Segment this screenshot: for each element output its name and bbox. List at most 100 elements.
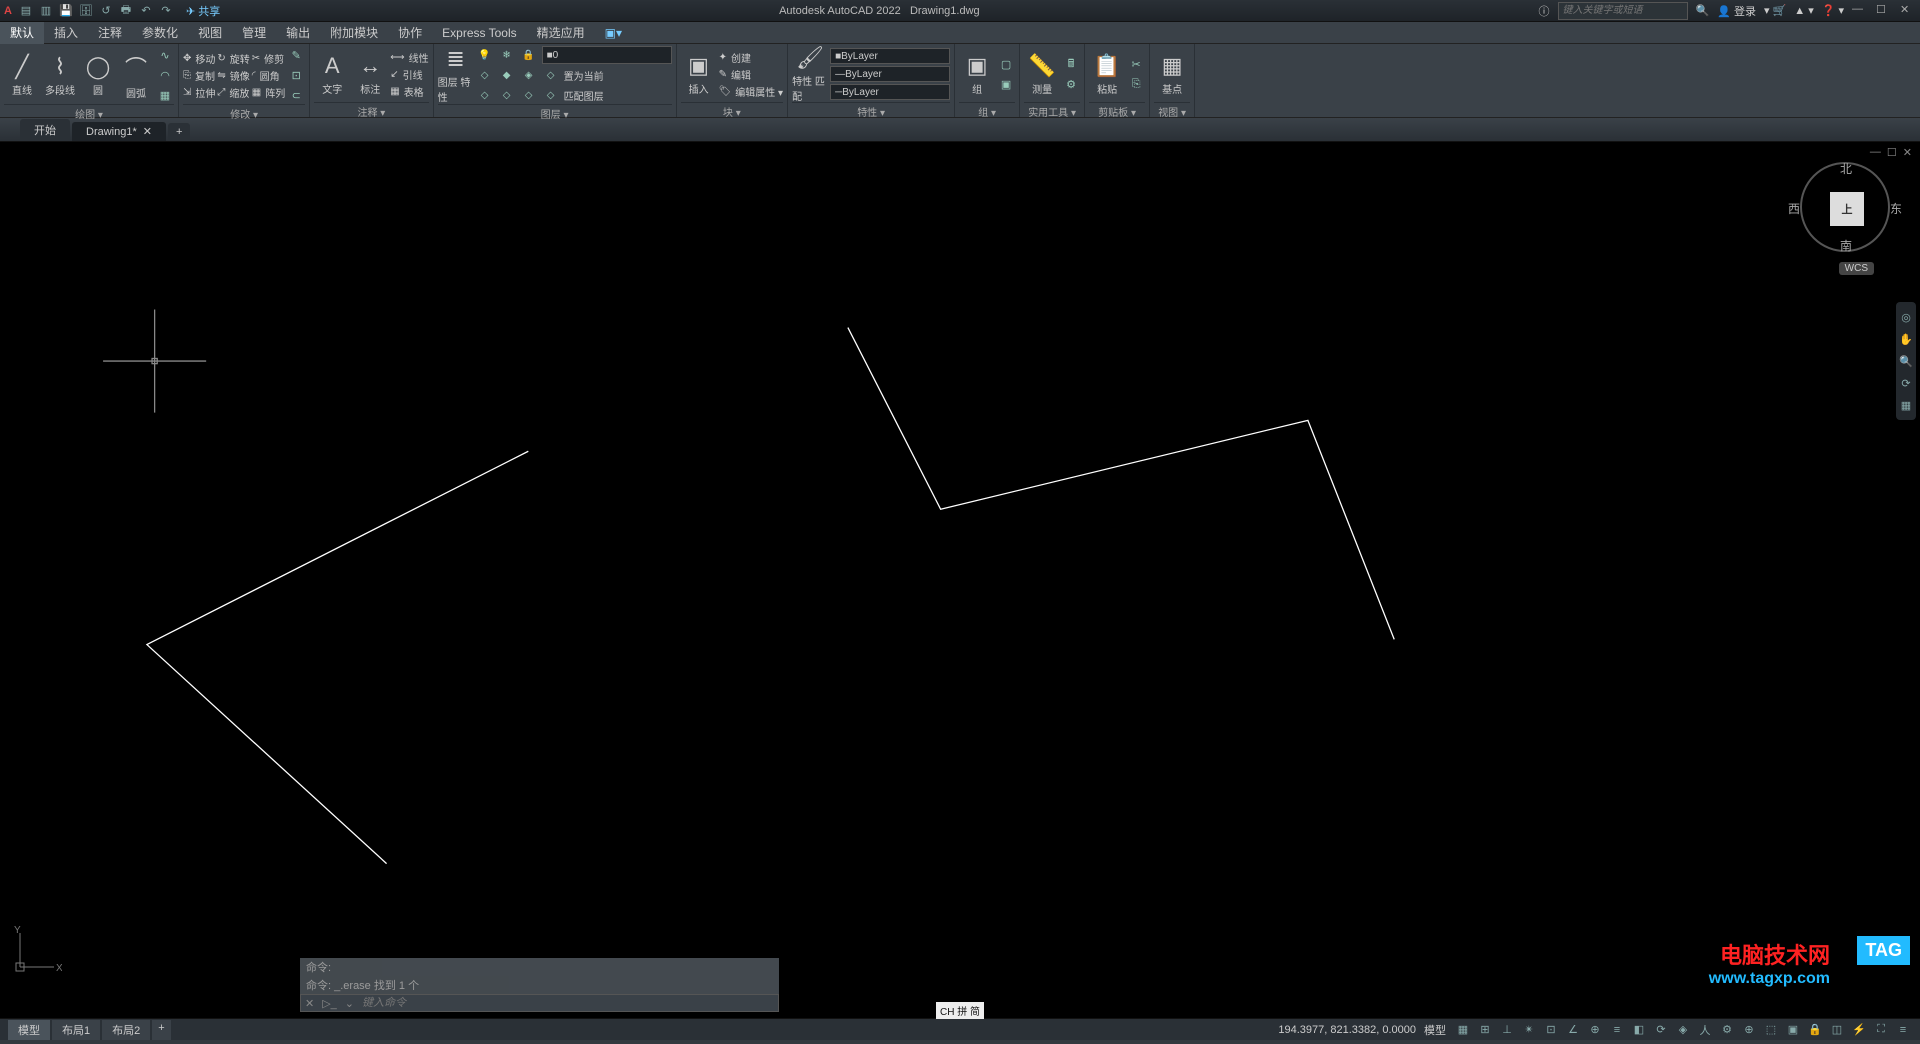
layer-thaw-icon[interactable]: ◈ <box>520 66 538 84</box>
line-button[interactable]: ╱直线 <box>4 47 40 103</box>
start-tab[interactable]: 开始 <box>20 119 70 141</box>
copy-button[interactable]: ⎘ 复制 <box>183 68 215 83</box>
polyline-button[interactable]: ⌇多段线 <box>42 47 78 103</box>
dim-button[interactable]: ↔标注 <box>352 46 388 102</box>
cmd-close-icon[interactable]: ✕ <box>301 997 318 1010</box>
calc-icon[interactable]: 🖩 <box>1062 55 1080 73</box>
modify-extra3-icon[interactable]: ⊂ <box>287 86 305 104</box>
search-input[interactable] <box>1558 2 1688 20</box>
close-icon[interactable]: ✕ <box>1900 3 1916 19</box>
lineweight-combo[interactable]: — ByLayer <box>830 66 950 82</box>
redo-icon[interactable]: ↷ <box>158 3 174 19</box>
app-store-icon[interactable]: ▾ 🛒 <box>1764 4 1786 17</box>
modify-extra2-icon[interactable]: ⊡ <box>287 66 305 84</box>
app-logo-icon[interactable]: A <box>4 5 12 17</box>
layer-on-icon[interactable]: 💡 <box>476 46 494 64</box>
viewport-minimize-icon[interactable]: — <box>1870 146 1881 159</box>
command-input[interactable] <box>358 995 778 1011</box>
insert-block-button[interactable]: ▣插入 <box>681 46 717 102</box>
tab-view[interactable]: 视图 <box>188 22 232 44</box>
table-button[interactable]: ▦ 表格 <box>390 84 428 99</box>
layer-off-icon[interactable]: ◆ <box>498 66 516 84</box>
fillet-button[interactable]: ◜ 圆角 <box>252 68 285 83</box>
tab-launcher-icon[interactable]: ▣▾ <box>595 22 632 44</box>
match-props-button[interactable]: 🖌特性 匹配 <box>792 46 828 102</box>
base-button[interactable]: ▦基点 <box>1154 46 1190 102</box>
trim-button[interactable]: ✂ 修剪 <box>252 51 285 66</box>
move-button[interactable]: ✥ 移动 <box>183 51 215 66</box>
measure-button[interactable]: 📏测量 <box>1024 46 1060 102</box>
pan-icon[interactable]: ✋ <box>1898 330 1914 348</box>
circle-button[interactable]: ◯圆 <box>80 47 116 103</box>
layer-unlock-icon[interactable]: ◇ <box>542 66 560 84</box>
color-combo[interactable]: ■ ByLayer <box>830 48 950 64</box>
edit-block-button[interactable]: ✎ 编辑 <box>719 67 784 82</box>
layer-combo[interactable]: ■ 0 <box>542 46 672 64</box>
tab-default[interactable]: 默认 <box>0 22 44 44</box>
array-button[interactable]: ▦ 阵列 <box>252 85 285 100</box>
new-icon[interactable]: ▤ <box>18 3 34 19</box>
hatch-icon[interactable]: ▦ <box>156 86 174 104</box>
ungroup-icon[interactable]: ▢ <box>997 55 1015 73</box>
scale-button[interactable]: ⤢ 缩放 <box>217 85 249 100</box>
close-tab-icon[interactable]: ✕ <box>143 125 152 138</box>
paste-button[interactable]: 📋粘贴 <box>1089 46 1125 102</box>
layer-walk-icon[interactable]: ◇ <box>498 86 516 104</box>
plot-icon[interactable]: 🖶 <box>118 3 134 19</box>
stretch-button[interactable]: ⇲ 拉伸 <box>183 85 215 100</box>
modify-extra1-icon[interactable]: ✎ <box>287 46 305 64</box>
cmd-options-icon[interactable]: ⌄ <box>341 997 358 1010</box>
copy-clip-icon[interactable]: ⎘ <box>1127 75 1145 93</box>
layer-prev-icon[interactable]: ◇ <box>476 86 494 104</box>
layer-lock-icon[interactable]: 🔒 <box>520 46 538 64</box>
edit-attrib-button[interactable]: 🏷 编辑属性 ▾ <box>719 84 784 99</box>
login-button[interactable]: 👤 登录 <box>1717 3 1756 19</box>
tab-collab[interactable]: 协作 <box>388 22 432 44</box>
drawing-canvas-area[interactable]: — ☐ ✕ 上 北 南 西 东 WCS ◎ ✋ 🔍 ⟳ ▦ YX 命令: 命令:… <box>0 142 1920 1018</box>
layer-delete-icon[interactable]: ◇ <box>542 86 560 104</box>
maximize-icon[interactable]: ☐ <box>1876 3 1892 19</box>
tab-insert[interactable]: 插入 <box>44 22 88 44</box>
layer-freeze-icon[interactable]: ❄ <box>498 46 516 64</box>
group-button[interactable]: ▣组 <box>959 46 995 102</box>
saveas-icon[interactable]: 🗄 <box>78 3 94 19</box>
layer-props-button[interactable]: ≣图层 特性 <box>438 47 474 103</box>
tab-express[interactable]: Express Tools <box>432 22 526 44</box>
viewport-close-icon[interactable]: ✕ <box>1903 146 1912 159</box>
mirror-button[interactable]: ⇋ 镜像 <box>217 68 249 83</box>
undo-icon[interactable]: ↶ <box>138 3 154 19</box>
cut-icon[interactable]: ✂ <box>1127 55 1145 73</box>
new-tab-button[interactable]: + <box>168 123 190 141</box>
info-icon[interactable]: ⓘ <box>1539 3 1550 19</box>
spline-icon[interactable]: ∿ <box>156 46 174 64</box>
linetype-combo[interactable]: ─ ByLayer <box>830 84 950 100</box>
autodesk-icon[interactable]: ▲ ▾ <box>1794 4 1813 17</box>
layer-iso-icon[interactable]: ◇ <box>476 66 494 84</box>
tab-annotate[interactable]: 注释 <box>88 22 132 44</box>
tab-addins[interactable]: 附加模块 <box>320 22 388 44</box>
layer-state-icon[interactable]: ◇ <box>520 86 538 104</box>
share-button[interactable]: ✈ 共享 <box>186 3 220 19</box>
tab-parametric[interactable]: 参数化 <box>132 22 188 44</box>
tab-featured[interactable]: 精选应用 <box>527 22 595 44</box>
viewcube[interactable]: 上 北 南 西 东 <box>1800 162 1890 252</box>
drawing-canvas[interactable] <box>0 142 1920 1044</box>
linear-button[interactable]: ⟷ 线性 <box>390 50 428 65</box>
showmotion-icon[interactable]: ▦ <box>1898 396 1914 414</box>
search-icon[interactable]: 🔍 <box>1696 4 1710 17</box>
save-icon[interactable]: 💾 <box>58 3 74 19</box>
leader-button[interactable]: ↙ 引线 <box>390 67 428 82</box>
help-icon[interactable]: ❓ ▾ <box>1822 4 1844 17</box>
viewcube-top[interactable]: 上 <box>1830 192 1864 226</box>
tab-manage[interactable]: 管理 <box>232 22 276 44</box>
orbit-icon[interactable]: ⟳ <box>1898 374 1914 392</box>
viewport-maximize-icon[interactable]: ☐ <box>1887 146 1897 159</box>
sync-icon[interactable]: ↺ <box>98 3 114 19</box>
create-block-button[interactable]: ✦ 创建 <box>719 50 784 65</box>
ellipse-icon[interactable]: ◠ <box>156 66 174 84</box>
wcs-badge[interactable]: WCS <box>1839 262 1874 275</box>
rotate-button[interactable]: ↻ 旋转 <box>217 51 249 66</box>
minimize-icon[interactable]: — <box>1852 3 1868 19</box>
match-layer-button[interactable]: 匹配图层 <box>564 88 604 103</box>
qselect-icon[interactable]: ⚙ <box>1062 75 1080 93</box>
